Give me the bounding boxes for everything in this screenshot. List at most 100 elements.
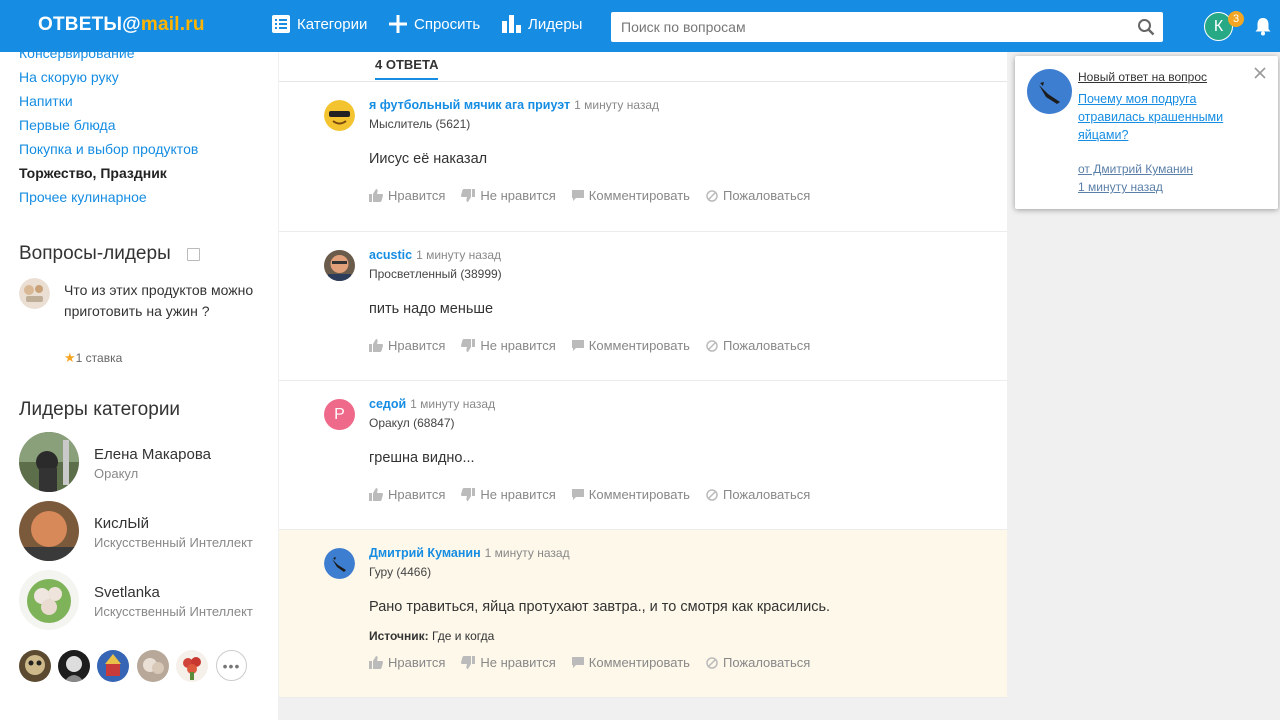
mini-leader-avatar[interactable] xyxy=(19,650,51,682)
answer-rank: Гуру (4466) xyxy=(369,565,432,579)
notification-author-link[interactable]: от Дмитрий Куманин xyxy=(1078,162,1193,176)
like-button[interactable]: Нравится xyxy=(369,188,445,203)
notification-avatar[interactable] xyxy=(1027,69,1072,114)
category-link-active[interactable]: Торжество, Праздник xyxy=(19,165,167,181)
answer-avatar[interactable] xyxy=(324,100,355,131)
answer-time: 1 минуту назад xyxy=(416,248,501,262)
notification-title[interactable]: Новый ответ на вопрос xyxy=(1078,70,1207,84)
like-label: Нравится xyxy=(388,487,446,502)
answer-author[interactable]: Дмитрий Куманин xyxy=(369,546,481,560)
like-label: Нравится xyxy=(388,188,446,203)
leader-rank: Искусственный Интеллект xyxy=(94,604,253,619)
dislike-button[interactable]: Не нравится xyxy=(461,338,556,353)
nav-categories[interactable]: Категории xyxy=(272,15,367,33)
answer-time: 1 минуту назад xyxy=(574,98,660,112)
comment-icon xyxy=(571,339,584,351)
more-leaders-button[interactable]: ••• xyxy=(216,650,247,681)
thumbs-up-icon xyxy=(369,656,383,669)
answer-time: 1 минуту назад xyxy=(484,546,570,560)
info-icon[interactable] xyxy=(187,248,200,261)
nav-ask-label: Спросить xyxy=(414,15,481,33)
comment-icon xyxy=(571,488,584,500)
answer-item: acustic 1 минуту назад Просветленный (389… xyxy=(279,232,1007,381)
logo-text-left: ОТВЕТЫ@ xyxy=(38,14,141,35)
answer-avatar[interactable]: Р xyxy=(324,399,355,430)
search-icon[interactable] xyxy=(1137,18,1155,36)
mini-leader-avatar[interactable] xyxy=(137,650,169,682)
answer-author[interactable]: я футбольный мячик ага приуэт xyxy=(369,98,570,112)
category-link[interactable]: Консервирование xyxy=(19,52,134,61)
nav-ask[interactable]: Спросить xyxy=(389,15,480,33)
leader-avatar[interactable] xyxy=(19,432,79,492)
search-box xyxy=(611,12,1163,42)
comment-button[interactable]: Комментировать xyxy=(571,487,690,502)
stake-label: 1 ставка xyxy=(75,351,123,365)
close-icon[interactable] xyxy=(1253,66,1267,80)
category-link[interactable]: Прочее кулинарное xyxy=(19,189,147,205)
category-link[interactable]: Покупка и выбор продуктов xyxy=(19,141,198,157)
category-link[interactable]: Первые блюда xyxy=(19,117,116,133)
thumbs-up-icon xyxy=(369,339,383,352)
site-logo[interactable]: ОТВЕТЫ@mail.ru xyxy=(38,14,205,36)
answer-avatar[interactable] xyxy=(324,548,355,579)
answer-text: грешна видно... xyxy=(369,450,475,466)
like-button[interactable]: Нравится xyxy=(369,655,445,670)
search-input[interactable] xyxy=(611,12,1121,42)
notification-time-link[interactable]: 1 минуту назад xyxy=(1078,180,1163,194)
tab-answers[interactable]: 4 ОТВЕТА xyxy=(375,57,439,80)
answer-header: седой 1 минуту назад xyxy=(369,397,495,411)
like-label: Нравится xyxy=(388,655,446,670)
top-header: ОТВЕТЫ@mail.ru Категории Спросить Лидеры… xyxy=(0,0,1280,52)
answers-tabs: 4 ОТВЕТА xyxy=(279,52,1007,82)
mini-leader-avatar[interactable] xyxy=(97,650,129,682)
leader-name[interactable]: КислЫй xyxy=(94,515,149,532)
answer-header: acustic 1 минуту назад xyxy=(369,248,501,262)
like-button[interactable]: Нравится xyxy=(369,338,445,353)
question-thumbnail[interactable] xyxy=(19,278,50,309)
leader-avatar[interactable] xyxy=(19,501,79,561)
like-label: Нравится xyxy=(388,338,446,353)
answer-item-highlighted: Дмитрий Куманин 1 минуту назад Гуру (4466… xyxy=(279,530,1007,698)
category-link[interactable]: На скорую руку xyxy=(19,69,119,85)
star-icon: ★ xyxy=(64,350,76,365)
answer-rank: Мыслитель (5621) xyxy=(369,117,471,131)
top-question-link[interactable]: Что из этих продуктов можно приготовить … xyxy=(64,280,264,322)
leader-name[interactable]: Svetlanka xyxy=(94,584,160,601)
dislike-button[interactable]: Не нравится xyxy=(461,655,556,670)
logo-text-right: mail.ru xyxy=(140,14,205,35)
dislike-button[interactable]: Не нравится xyxy=(461,487,556,502)
answer-avatar[interactable] xyxy=(324,250,355,281)
report-button[interactable]: Пожаловаться xyxy=(706,655,810,670)
report-label: Пожаловаться xyxy=(722,487,811,502)
nav-leaders[interactable]: Лидеры xyxy=(502,15,582,33)
like-button[interactable]: Нравится xyxy=(369,487,445,502)
dislike-button[interactable]: Не нравится xyxy=(461,188,556,203)
leader-avatar[interactable] xyxy=(19,570,79,630)
report-button[interactable]: Пожаловаться xyxy=(706,487,810,502)
question-stake: ★1 ставка xyxy=(64,350,122,366)
block-icon xyxy=(706,189,718,202)
category-link[interactable]: Напитки xyxy=(19,93,73,109)
mini-leader-avatar[interactable] xyxy=(58,650,90,682)
mini-leader-avatar[interactable] xyxy=(176,650,208,682)
answer-author[interactable]: седой xyxy=(369,397,406,411)
comment-button[interactable]: Комментировать xyxy=(571,655,690,670)
comment-button[interactable]: Комментировать xyxy=(571,338,690,353)
comment-icon xyxy=(571,189,584,201)
thumbs-up-icon xyxy=(369,488,383,501)
notification-question-link[interactable]: Почему моя подруга отравилась крашенными… xyxy=(1078,90,1258,144)
source-value: Где и когда xyxy=(432,629,495,643)
comment-button[interactable]: Комментировать xyxy=(571,188,690,203)
answer-actions: Нравится Не нравится Комментировать Пожа… xyxy=(369,487,810,502)
report-button[interactable]: Пожаловаться xyxy=(706,338,810,353)
comment-label: Комментировать xyxy=(588,655,690,670)
bell-icon[interactable] xyxy=(1254,17,1272,36)
report-button[interactable]: Пожаловаться xyxy=(706,188,810,203)
answer-author[interactable]: acustic xyxy=(369,248,412,262)
block-icon xyxy=(706,656,718,669)
thumbs-down-icon xyxy=(461,656,476,669)
leader-name[interactable]: Елена Макарова xyxy=(94,446,211,463)
answer-actions: Нравится Не нравится Комментировать Пожа… xyxy=(369,338,810,353)
comment-label: Комментировать xyxy=(588,188,690,203)
block-icon xyxy=(706,488,718,501)
